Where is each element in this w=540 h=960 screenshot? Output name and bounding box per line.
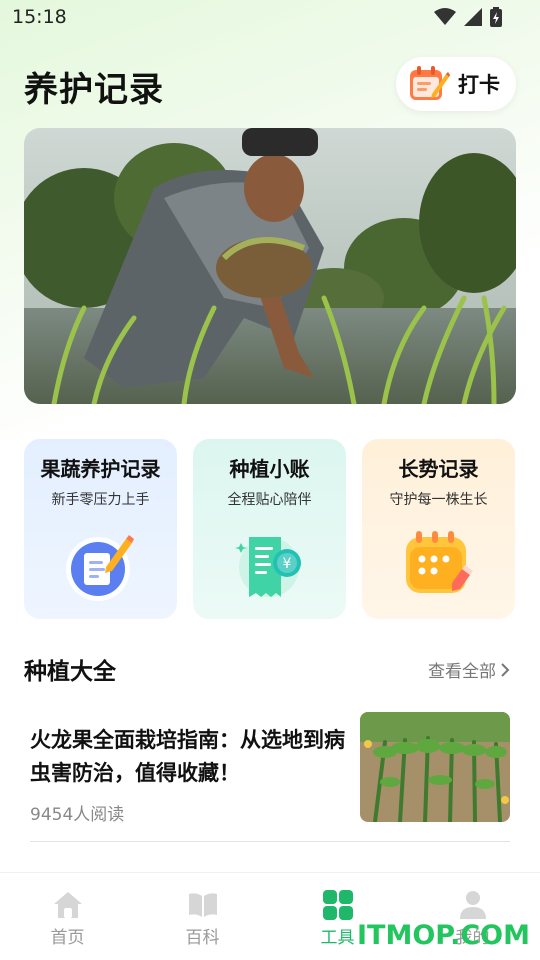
- chevron-right-icon: [501, 662, 510, 677]
- section-title: 种植大全: [24, 659, 116, 685]
- banner-image[interactable]: [24, 128, 516, 404]
- page-title: 养护记录: [24, 70, 164, 110]
- tool-card-title: 果蔬养护记录: [40, 457, 161, 481]
- notebook-pencil-icon: [66, 535, 134, 601]
- article-thumbnail: [360, 712, 510, 822]
- tab-encyclopedia[interactable]: 百科: [135, 873, 270, 960]
- status-time: 15:18: [12, 6, 67, 28]
- article-title: 火龙果全面栽培指南：从选地到病虫害防治，值得收藏！: [30, 728, 345, 785]
- tool-card-planting-ledger[interactable]: 种植小账 全程贴心陪伴 ¥: [193, 439, 346, 619]
- receipt-yen-icon: ¥: [235, 537, 301, 597]
- tool-card-growth-record[interactable]: 长势记录 守护每一株生长: [362, 439, 515, 619]
- battery-icon: [490, 7, 502, 27]
- tool-card-title: 长势记录: [398, 457, 479, 481]
- grid-icon: [322, 890, 353, 920]
- view-all-link[interactable]: 查看全部: [428, 657, 510, 682]
- tab-home[interactable]: 首页: [0, 873, 135, 960]
- dragon-fruit-field-image: [360, 712, 510, 822]
- tab-label: 百科: [185, 928, 220, 948]
- farmer-planting-rice-illustration: [24, 128, 516, 404]
- tool-card-subtitle: 新手零压力上手: [51, 492, 150, 508]
- book-icon: [188, 893, 217, 917]
- article-read-count: 9454人阅读: [30, 805, 125, 825]
- watermark: ITMOP.COM: [356, 920, 530, 951]
- status-bar: 15:18: [0, 0, 540, 36]
- svg-text:¥: ¥: [283, 556, 292, 572]
- tool-cards: 果蔬养护记录 新手零压力上手 种植小账 全程贴心陪伴 ¥ 长势记录 守护每一株生…: [24, 439, 516, 619]
- view-all-label: 查看全部: [428, 662, 496, 682]
- home-icon: [53, 892, 82, 918]
- tool-card-subtitle: 守护每一株生长: [389, 492, 488, 508]
- checkin-label: 打卡: [458, 73, 500, 97]
- tool-card-title: 种植小账: [229, 457, 310, 481]
- tab-label: 首页: [50, 928, 85, 948]
- checkin-button[interactable]: 打卡: [396, 57, 516, 111]
- user-icon: [459, 891, 486, 919]
- tool-card-subtitle: 全程贴心陪伴: [227, 492, 312, 508]
- tool-card-care-record[interactable]: 果蔬养护记录 新手零压力上手: [24, 439, 177, 619]
- calendar-pencil-icon: [406, 531, 473, 593]
- wifi-icon: [434, 8, 456, 25]
- signal-icon: [464, 8, 482, 26]
- status-icons: [434, 7, 502, 27]
- article-card[interactable]: 火龙果全面栽培指南：从选地到病虫害防治，值得收藏！ 9454人阅读: [30, 712, 510, 842]
- checkin-calendar-icon: [410, 66, 450, 100]
